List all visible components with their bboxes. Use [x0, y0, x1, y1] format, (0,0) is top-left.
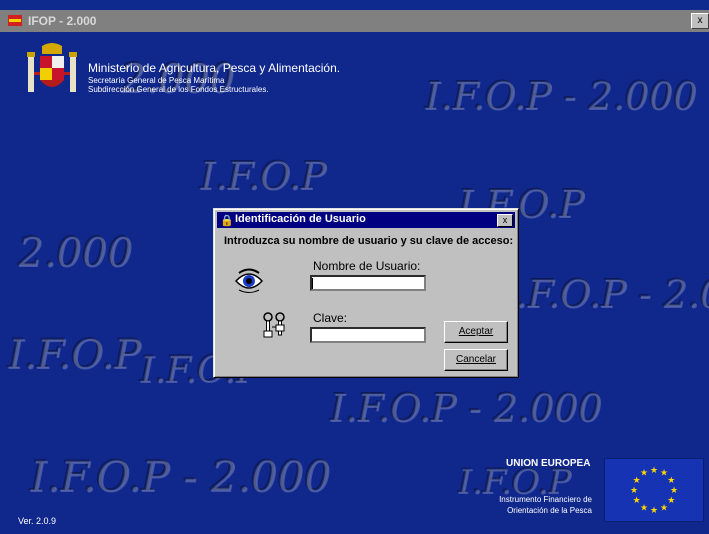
- lock-icon: 🔒: [220, 215, 234, 227]
- watermark-text: I.F.O.P - 2.000: [330, 386, 602, 430]
- accept-button[interactable]: Aceptar: [444, 321, 508, 343]
- main-background: 2.000 I.F.O.P - 2.000 I.F.O.P I.F.O.P 2.…: [0, 32, 709, 534]
- eu-star-icon: ★: [630, 485, 638, 495]
- ministry-subtitle-1: Secretaría General de Pesca Marítima: [88, 76, 225, 85]
- watermark-text: I.F.O.P - 2.000: [30, 452, 331, 501]
- eu-star-icon: ★: [650, 505, 658, 515]
- window-title: IFOP - 2.000: [28, 14, 97, 28]
- password-input[interactable]: [310, 327, 426, 343]
- dialog-titlebar[interactable]: 🔒 Identificación de Usuario x: [217, 212, 515, 228]
- spain-coat-of-arms-icon: [27, 43, 77, 92]
- accept-button-label: Aceptar: [458, 326, 494, 337]
- watermark-text: I.F.O.P - 2.000: [500, 272, 709, 316]
- eu-star-icon: ★: [660, 502, 668, 512]
- eu-star-icon: ★: [633, 495, 641, 505]
- dialog-close-button[interactable]: x: [497, 214, 513, 227]
- eu-star-icon: ★: [667, 495, 675, 505]
- password-label: Clave:: [313, 311, 348, 325]
- text-cursor: [312, 278, 313, 289]
- cancel-button[interactable]: Cancelar: [444, 349, 508, 371]
- username-input[interactable]: [310, 275, 426, 291]
- eye-icon: [234, 268, 264, 293]
- eu-star-icon: ★: [640, 468, 648, 478]
- eu-program-line-1: Instrumento Financiero de: [499, 495, 592, 504]
- username-label: Nombre de Usuario:: [313, 259, 421, 273]
- eu-star-icon: ★: [667, 475, 675, 485]
- eu-star-icon: ★: [670, 485, 678, 495]
- ministry-subtitle-2: Subdirección General de los Fondos Estru…: [88, 85, 269, 94]
- version-label: Ver. 2.0.9: [18, 516, 57, 526]
- eu-star-icon: ★: [650, 465, 658, 475]
- window-close-button[interactable]: x: [691, 13, 709, 29]
- watermark-text: I.F.O.P: [200, 154, 327, 198]
- watermark-text: I.F.O.P - 2.000: [425, 74, 697, 118]
- eu-flag-icon: ★ ★★★★★★★★★★★: [604, 458, 704, 522]
- dialog-title: Identificación de Usuario: [235, 213, 366, 225]
- eu-star-icon: ★: [640, 502, 648, 512]
- eu-program-line-2: Orientación de la Pesca: [507, 506, 592, 515]
- eu-title: UNION EUROPEA: [506, 458, 591, 469]
- watermark-text: I.F.O.P: [8, 332, 141, 378]
- cancel-button-label: Cancelar: [455, 354, 497, 365]
- login-dialog: 🔒 Identificación de Usuario x Introduzca…: [213, 208, 519, 378]
- app-window: IFOP - 2.000 x 2.000 I.F.O.P - 2.000 I.F…: [0, 0, 709, 534]
- ministry-title: Ministerio de Agricultura, Pesca y Alime…: [88, 61, 341, 75]
- window-titlebar[interactable]: IFOP - 2.000 x: [0, 10, 709, 32]
- spain-flag-icon: [8, 15, 22, 26]
- dialog-prompt: Introduzca su nombre de usuario y su cla…: [224, 235, 514, 247]
- watermark-text: 2.000: [18, 230, 133, 276]
- key-icon: [263, 312, 285, 338]
